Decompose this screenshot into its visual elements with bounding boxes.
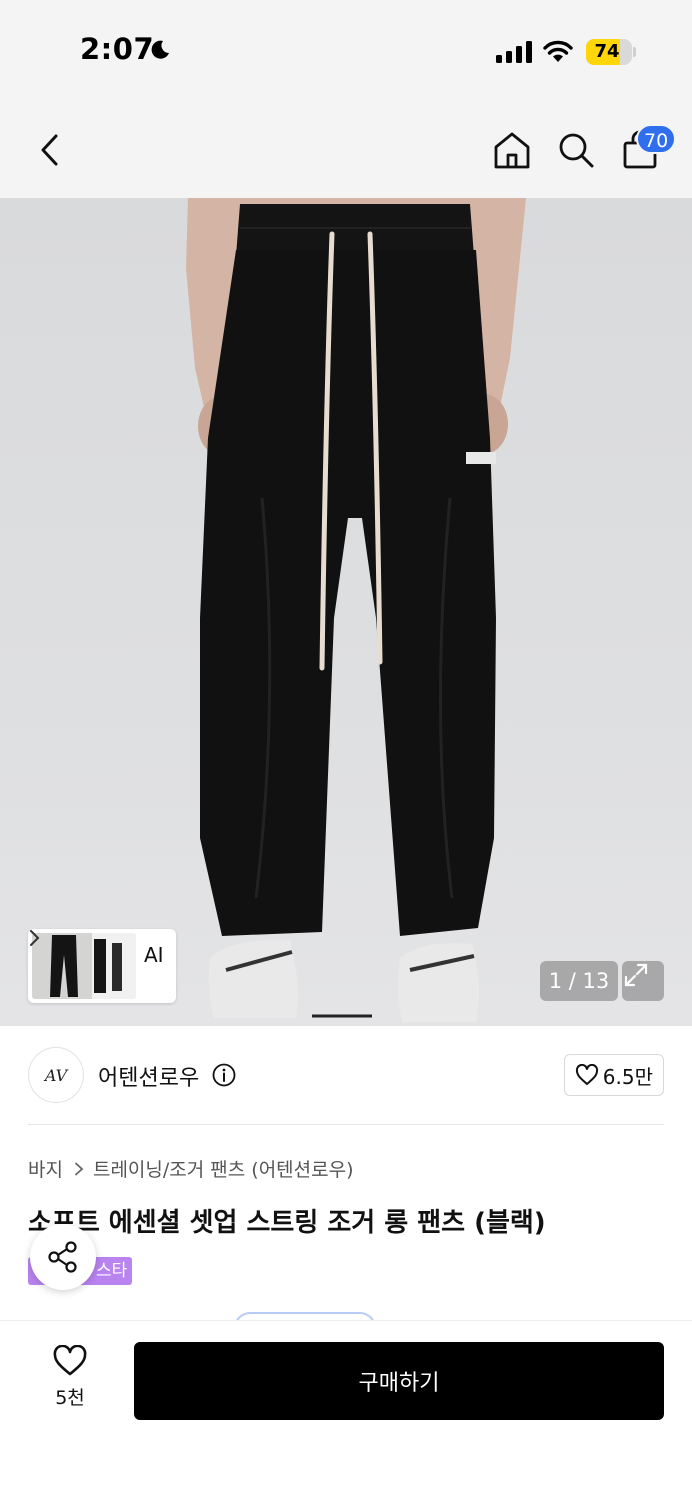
cellular-signal-icon (496, 41, 532, 63)
divider (28, 1124, 664, 1125)
ai-styling-thumbnail[interactable]: AI (28, 929, 176, 1003)
cart-count-badge: 70 (636, 124, 677, 154)
status-time: 2:07 (80, 32, 155, 66)
nav-bar (0, 100, 692, 198)
moon-icon (151, 40, 169, 59)
wifi-icon (543, 40, 573, 62)
battery-level: 74 (594, 41, 620, 62)
expand-icon (624, 963, 648, 987)
heart-outline-icon (575, 1064, 598, 1085)
home-button[interactable] (488, 126, 536, 174)
status-bar: 2:07 74 (0, 0, 692, 100)
chevron-right-icon (75, 1162, 84, 1175)
expand-image-button[interactable] (622, 961, 664, 1001)
heart-outline-icon (53, 1345, 87, 1376)
buy-button[interactable]: 구매하기 (134, 1342, 664, 1420)
share-button[interactable] (30, 1224, 96, 1290)
wishlist-button[interactable]: 5천 (34, 1345, 106, 1417)
ai-label: AI (144, 943, 164, 967)
battery-cap (633, 47, 636, 57)
info-icon[interactable] (212, 1063, 236, 1087)
breadcrumb-item-subcategory[interactable]: 트레이닝/조거 팬츠 (어텐션로우) (93, 1155, 354, 1182)
back-button[interactable] (26, 126, 74, 174)
brand-like-button[interactable]: 6.5만 (563, 1054, 664, 1096)
back-arrow-icon (41, 134, 58, 166)
brand-row: AV 어텐션로우 6.5만 (28, 1044, 664, 1106)
breadcrumb: 바지 트레이닝/조거 팬츠 (어텐션로우) (28, 1155, 354, 1182)
battery-indicator: 74 (586, 39, 632, 65)
breadcrumb-item-category[interactable]: 바지 (28, 1155, 63, 1182)
chevron-right-icon (30, 930, 40, 946)
bottom-action-bar: 5천 구매하기 (0, 1320, 692, 1500)
wishlist-count: 5천 (55, 1387, 85, 1409)
ai-thumbnail-image (32, 933, 136, 999)
image-counter: 1 / 13 (540, 961, 618, 1001)
brand-like-count: 6.5만 (602, 1064, 653, 1089)
product-image[interactable]: AI 1 / 13 (0, 198, 692, 1026)
product-photo-pants (186, 198, 526, 1022)
search-icon (559, 133, 594, 168)
home-icon (494, 132, 530, 169)
search-button[interactable] (552, 126, 600, 174)
brand-name[interactable]: 어텐션로우 (98, 1060, 199, 1092)
brand-logo[interactable]: AV (28, 1047, 84, 1103)
share-icon (48, 1241, 77, 1273)
product-title: 소프트 에센셜 셋업 스트링 조거 롱 팬츠 (블랙) (28, 1208, 546, 1238)
